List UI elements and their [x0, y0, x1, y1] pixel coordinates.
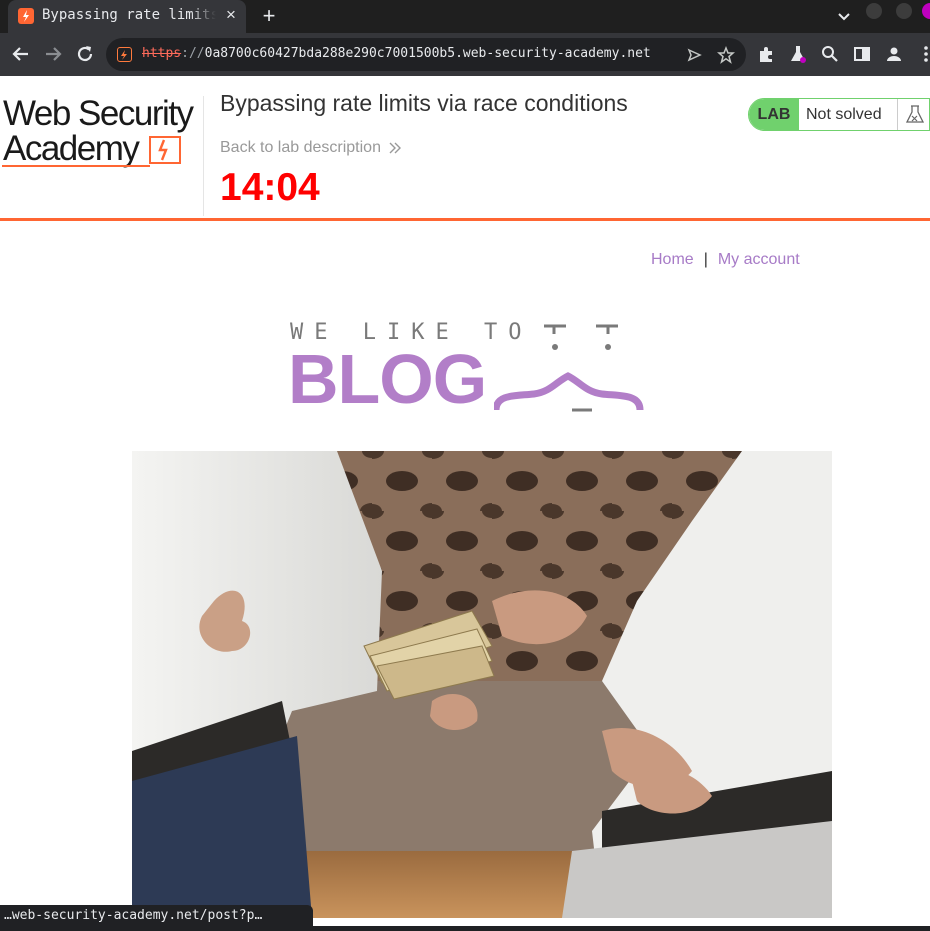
- nav-my-account-link[interactable]: My account: [718, 251, 800, 268]
- portswigger-favicon-icon: [18, 8, 34, 24]
- blog-post-hero-image[interactable]: [132, 451, 832, 918]
- header-divider: [203, 96, 204, 216]
- forward-arrow-icon[interactable]: [42, 43, 64, 65]
- lab-flask-extension-icon[interactable]: [787, 43, 809, 65]
- tab-close-icon[interactable]: ×: [222, 4, 240, 26]
- double-chevron-right-icon: [388, 140, 402, 156]
- blog-nav: Home | My account: [651, 251, 800, 269]
- hero-illustration: [132, 451, 832, 918]
- browser-menu-icon[interactable]: [916, 43, 930, 65]
- side-panel-icon[interactable]: [851, 43, 873, 65]
- logo-bolt-icon: [148, 135, 182, 165]
- window-bottom-edge: [313, 926, 930, 931]
- nav-home-link[interactable]: Home: [651, 251, 694, 268]
- reload-icon[interactable]: [74, 43, 96, 65]
- bookmark-star-icon[interactable]: [717, 45, 735, 64]
- logo-line1: Web Security: [3, 94, 194, 133]
- zoom-search-icon[interactable]: [819, 43, 841, 65]
- browser-toolbar: https://0a8700c60427bda288e290c7001500b5…: [0, 33, 930, 76]
- window-minimize-icon[interactable]: [866, 3, 882, 19]
- url-text[interactable]: https://0a8700c60427bda288e290c7001500b5…: [142, 46, 682, 64]
- browser-status-bar: …web-security-academy.net/post?p…: [0, 905, 313, 931]
- nav-separator: |: [703, 251, 708, 268]
- new-tab-icon[interactable]: +: [258, 3, 280, 29]
- flask-icon: [897, 99, 929, 130]
- blog-logo-face-icon: [492, 318, 644, 418]
- address-bar[interactable]: https://0a8700c60427bda288e290c7001500b5…: [106, 38, 746, 71]
- blog-logo: WE LIKE TO BLOG: [288, 318, 644, 418]
- url-scheme: https: [142, 46, 182, 61]
- profile-icon[interactable]: [883, 43, 905, 65]
- back-arrow-icon[interactable]: [10, 43, 32, 65]
- url-host: 0a8700c60427bda288e290c7001500b5.web-sec…: [204, 46, 651, 61]
- blog-logo-word: BLOG: [288, 340, 487, 418]
- tab-title: Bypassing rate limits via race condition…: [42, 7, 216, 23]
- back-to-lab-description-link[interactable]: Back to lab description: [220, 139, 381, 157]
- site-info-icon[interactable]: [117, 47, 132, 62]
- extensions-puzzle-icon[interactable]: [755, 43, 777, 65]
- lab-header: Web Security Academy Bypassing rate limi…: [0, 76, 930, 221]
- browser-tab-bar: Bypassing rate limits via race condition…: [0, 0, 930, 33]
- lab-badge: LAB: [749, 99, 799, 130]
- send-icon[interactable]: [686, 47, 702, 63]
- window-maximize-icon[interactable]: [896, 3, 912, 19]
- lab-status-text: Not solved: [806, 106, 882, 123]
- web-security-academy-logo[interactable]: Web Security Academy: [2, 96, 200, 170]
- lab-title: Bypassing rate limits via race condition…: [220, 90, 628, 116]
- lab-status-widget: LAB Not solved: [748, 98, 930, 131]
- tab-search-chevron-icon[interactable]: [834, 6, 854, 26]
- browser-tab[interactable]: Bypassing rate limits via race condition…: [8, 0, 246, 33]
- lab-timer: 14:04: [220, 166, 320, 209]
- url-separator: ://: [181, 46, 205, 61]
- window-close-icon[interactable]: [922, 3, 930, 19]
